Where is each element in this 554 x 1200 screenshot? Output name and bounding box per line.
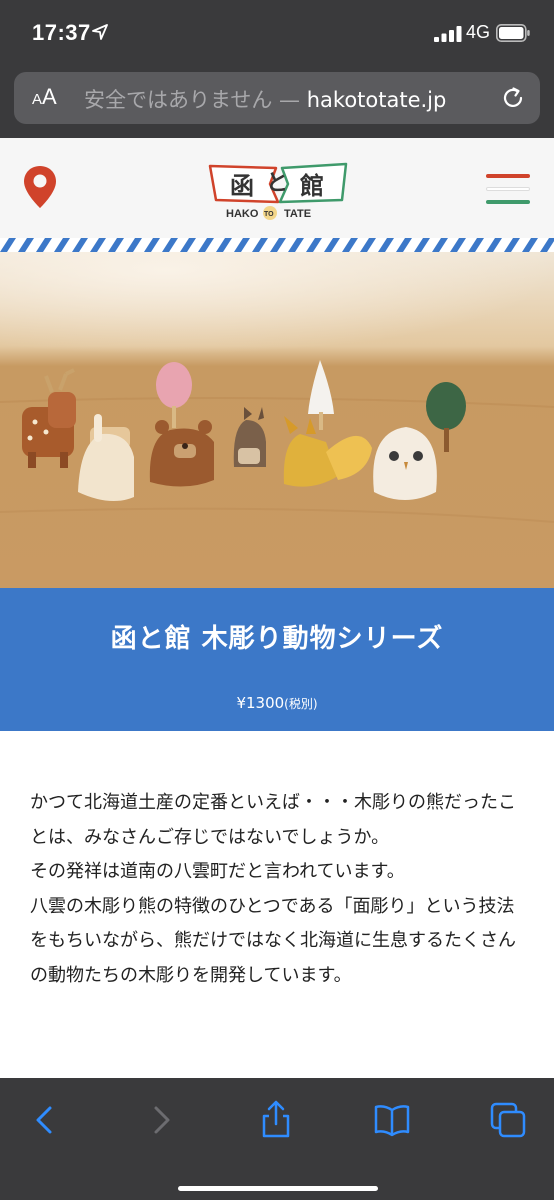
description-paragraph: その発祥は道南の八雲町だと言われています。 (30, 861, 405, 882)
address-bar[interactable]: AA 安全ではありません — hakototate.jp (14, 72, 540, 124)
status-bar: 17:37 4G (0, 0, 554, 64)
logo-glyph-hako: 函 (230, 172, 254, 200)
url-text[interactable]: 安全ではありません — hakototate.jp (84, 84, 504, 114)
tabs-icon[interactable] (488, 1100, 528, 1140)
logo-romaji-hako: HAKO (226, 208, 259, 220)
rope-divider (0, 238, 554, 252)
url-separator: — (272, 88, 307, 112)
browser-top-chrome: 17:37 4G AA 安全ではありません — hakototate.jp (0, 0, 554, 138)
description-paragraph: かつて北海道土産の定番といえば・・・木彫りの熊だったことは、みなさんご存じではな… (30, 792, 516, 848)
url-domain: hakototate.jp (306, 88, 447, 112)
location-services-icon (92, 24, 108, 40)
product-title-block: 函と館 木彫り動物シリーズ ¥1300(税別) (0, 588, 554, 731)
reload-icon[interactable] (500, 85, 526, 111)
logo-romaji-tate: TATE (284, 208, 311, 220)
battery-icon (496, 24, 530, 42)
hamburger-menu-icon[interactable] (486, 174, 530, 204)
logo-romaji-to: TO (264, 211, 274, 218)
text-size-button[interactable]: AA (32, 84, 57, 110)
logo-glyph-tate: 館 (300, 172, 324, 200)
tax-note: (税別) (284, 697, 318, 711)
browser-bottom-toolbar (0, 1078, 554, 1200)
site-logo[interactable]: 函 と 館 HAKO TO TATE (206, 158, 350, 222)
bear-figure (149, 420, 214, 487)
logo-glyph-to: と (266, 171, 288, 196)
forward-arrow-icon[interactable] (140, 1100, 180, 1140)
bookmarks-book-icon[interactable] (372, 1100, 412, 1140)
back-arrow-icon[interactable] (26, 1100, 66, 1140)
hero-product-photo (0, 252, 554, 588)
site-header: 函 と 館 HAKO TO TATE (0, 138, 554, 238)
cellular-signal-icon (434, 26, 462, 42)
product-price: ¥1300(税別) (0, 694, 554, 712)
insecure-warning: 安全ではありません (84, 88, 273, 112)
location-pin-icon[interactable] (22, 164, 58, 210)
product-description: かつて北海道土産の定番といえば・・・木彫りの熊だったことは、みなさんご存じではな… (30, 786, 530, 993)
description-paragraph: 八雲の木彫り熊の特徴のひとつである「面彫り」という技法をもちいながら、熊だけでは… (30, 895, 516, 986)
price-value: ¥1300 (236, 694, 285, 712)
share-icon[interactable] (256, 1100, 296, 1140)
home-indicator[interactable] (178, 1186, 378, 1191)
logo-flags: 函 と 館 HAKO TO TATE (208, 162, 348, 220)
status-time: 17:37 (32, 20, 91, 45)
network-type: 4G (466, 22, 491, 42)
product-title: 函と館 木彫り動物シリーズ (110, 624, 444, 654)
